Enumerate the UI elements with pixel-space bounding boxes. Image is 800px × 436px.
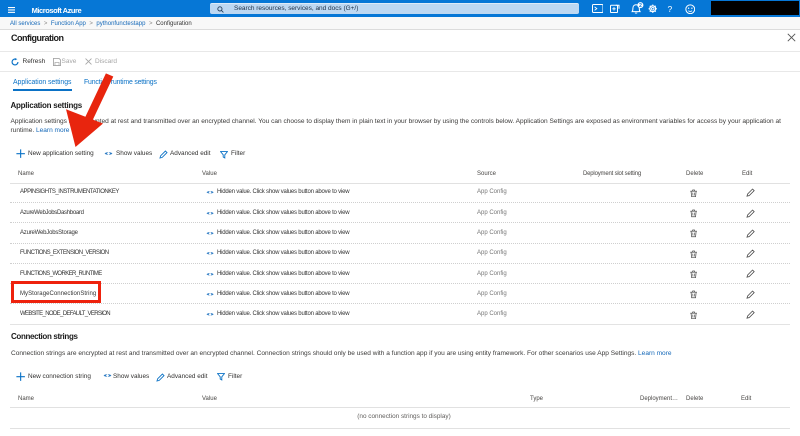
svg-text:2: 2 (638, 3, 641, 9)
